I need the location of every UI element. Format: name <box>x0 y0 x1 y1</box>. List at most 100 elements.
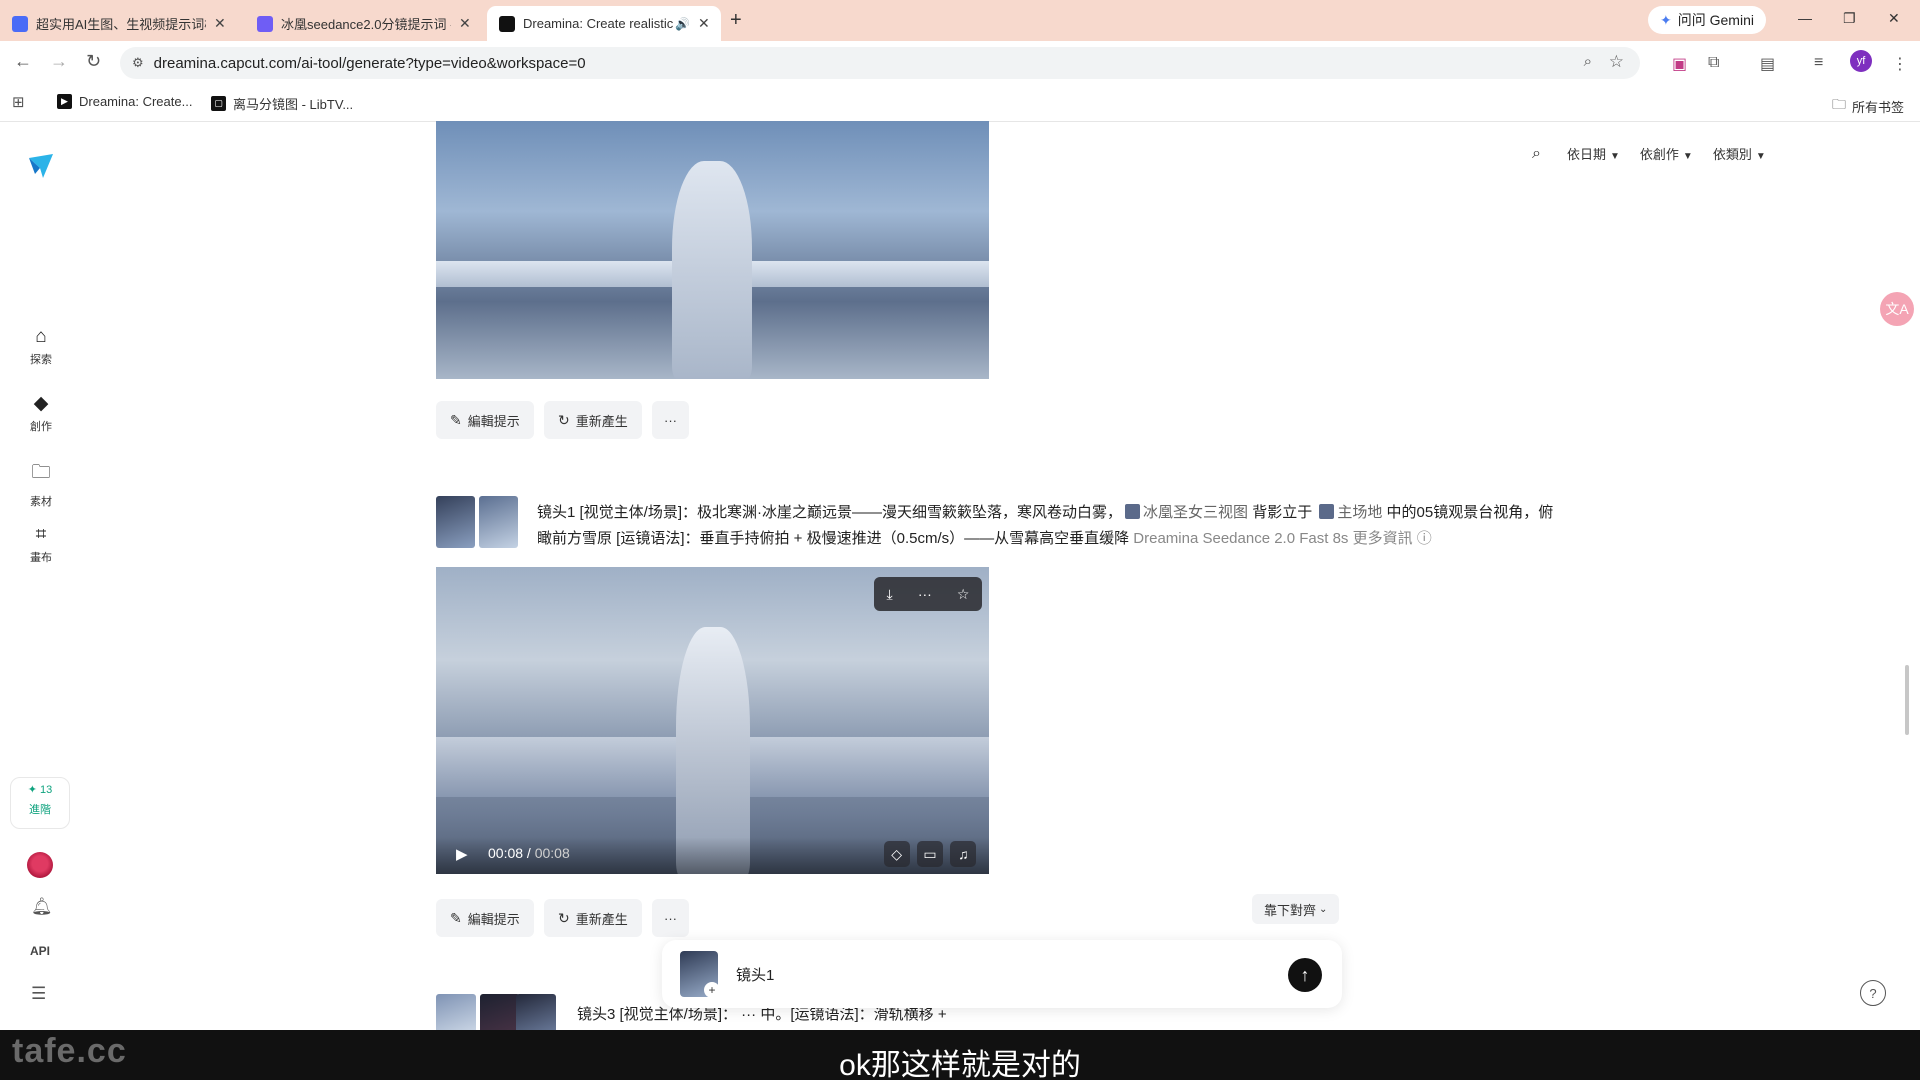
video-progress-bar[interactable] <box>436 874 989 877</box>
more-icon[interactable]: ··· <box>918 586 932 602</box>
address-bar: ← → ↻ ⚙ dreamina.capcut.com/ai-tool/gene… <box>0 41 1920 85</box>
zoom-icon[interactable]: ⌕ <box>1584 53 1592 70</box>
model-name: Dreamina Seedance 2.0 Fast <box>1133 530 1329 547</box>
regenerate-button[interactable]: ↻ 重新產生 <box>544 899 642 937</box>
more-info-link[interactable]: 更多資訊 ⓘ <box>1353 530 1432 547</box>
video-extra-tools: ◇ ▭ ♫ <box>880 840 980 868</box>
bookmark-star-icon[interactable]: ☆ <box>1609 52 1624 72</box>
composer-input[interactable]: 镜头1 <box>736 964 774 985</box>
figure-silhouette <box>672 161 752 379</box>
ref-image-icon <box>1125 504 1141 519</box>
close-icon[interactable]: ✕ <box>459 15 471 32</box>
bookmark-libtv[interactable]: ▢ 离马分镜图 - LibTV... <box>211 94 353 113</box>
sidebar-item-canvas[interactable]: ⌗ 畫布 <box>0 524 82 565</box>
minimize-icon[interactable]: — <box>1798 10 1812 26</box>
music-icon[interactable]: ♫ <box>950 841 977 867</box>
extension-icon[interactable]: ▣ <box>1672 54 1687 74</box>
edit-icon: ✎ <box>450 411 462 428</box>
refresh-icon: ↻ <box>558 411 570 428</box>
api-link[interactable]: API <box>30 944 50 958</box>
menu-icon[interactable]: ☰ <box>31 984 46 1004</box>
subtitle-text: ok那这样就是对的 <box>839 1049 1081 1082</box>
help-icon[interactable]: ? <box>1860 980 1886 1006</box>
browser-tab-1[interactable]: 超实用AI生图、生视频提示词模... ✕ <box>0 6 245 41</box>
bell-icon[interactable]: 🔔︎ <box>31 897 53 917</box>
sidepanel-icon[interactable]: ▤ <box>1760 54 1775 74</box>
edit-prompt-button[interactable]: ✎ 編輯提示 <box>436 401 534 439</box>
profile-avatar[interactable]: yf <box>1850 50 1872 72</box>
folder-icon: 🗀 <box>31 462 51 483</box>
site-icon <box>257 15 273 32</box>
info-icon: ⓘ <box>1416 530 1432 547</box>
chevron-down-icon: ⌄ <box>1319 903 1328 915</box>
send-button[interactable]: ↑ <box>1288 958 1322 992</box>
bookmark-dreamina[interactable]: ▶ Dreamina: Create... <box>57 94 192 109</box>
dreamina-logo-icon[interactable] <box>27 152 55 180</box>
edit-icon: ✎ <box>450 909 462 926</box>
user-avatar[interactable] <box>27 852 53 878</box>
chevron-down-icon: ▼ <box>1755 151 1766 162</box>
gemini-button[interactable]: ✦ 问问 Gemini <box>1648 6 1766 34</box>
media-icon[interactable]: ≡ <box>1814 54 1823 72</box>
arrow-up-icon: ↑ <box>1300 964 1310 985</box>
restore-icon[interactable]: ❐ <box>1843 10 1856 27</box>
search-icon[interactable]: ⌕ <box>1532 145 1541 163</box>
doc-icon <box>12 15 28 32</box>
prompt-text[interactable]: 镜头1 [视觉主体/场景]：极北寒渊·冰崖之巅远景——漫天细雪簌簌坠落，寒风卷动… <box>537 500 1557 552</box>
video-time: 00:08 / 00:08 <box>488 845 570 861</box>
more-button[interactable]: ··· <box>652 401 689 439</box>
puzzle-icon[interactable]: ⧉ <box>1708 54 1719 72</box>
site-settings-icon[interactable]: ⚙ <box>132 55 144 71</box>
video-toolbar: ⤓ ··· ☆ <box>874 577 982 611</box>
forward-icon[interactable]: → <box>50 51 68 72</box>
translate-extension-icon[interactable]: 文A <box>1880 292 1914 326</box>
more-button[interactable]: ··· <box>652 899 689 937</box>
back-icon[interactable]: ← <box>14 51 32 72</box>
dreamina-icon <box>499 15 515 32</box>
reference-thumb-1[interactable] <box>436 496 475 548</box>
favorite-star-icon[interactable]: ☆ <box>957 586 970 603</box>
crop-icon: ⌗ <box>35 524 47 545</box>
filter-by-creation[interactable]: 依創作 ▼ <box>1640 144 1693 163</box>
hd-icon[interactable]: ▭ <box>916 841 943 867</box>
filter-by-date[interactable]: 依日期 ▼ <box>1567 144 1620 163</box>
generated-image-1[interactable] <box>436 121 989 379</box>
folder-icon: 🗀 <box>1832 96 1846 112</box>
home-icon: ⌂ <box>35 326 47 347</box>
reload-icon[interactable]: ↻ <box>86 51 101 72</box>
close-icon[interactable]: ✕ <box>698 15 710 32</box>
reference-thumb-2[interactable] <box>479 496 518 548</box>
window-close-icon[interactable]: ✕ <box>1888 10 1900 27</box>
speaker-icon[interactable]: 🔊 <box>675 17 690 31</box>
sidebar-item-create[interactable]: ◆ 創作 <box>0 392 82 434</box>
dreamina-icon: ▶ <box>57 94 72 109</box>
prompt-composer[interactable]: + 镜头1 ↑ <box>662 940 1342 1008</box>
libtv-icon: ▢ <box>211 96 226 111</box>
sidebar-item-explore[interactable]: ⌂ 探索 <box>0 326 82 367</box>
edit-prompt-button[interactable]: ✎ 編輯提示 <box>436 899 534 937</box>
browser-tab-bar: 超实用AI生图、生视频提示词模... ✕ 冰凰seedance2.0分镜提示词 … <box>0 0 1920 41</box>
close-icon[interactable]: ✕ <box>214 15 226 32</box>
lip-sync-icon[interactable]: ◇ <box>883 841 910 867</box>
new-tab-button[interactable]: + <box>730 9 742 32</box>
url-field[interactable]: ⚙ dreamina.capcut.com/ai-tool/generate?t… <box>120 47 1640 79</box>
chevron-down-icon: ▼ <box>1609 151 1620 162</box>
all-bookmarks[interactable]: 🗀 所有书签 <box>1832 94 1904 118</box>
kebab-menu-icon[interactable]: ⋮ <box>1892 54 1908 74</box>
scrollbar[interactable] <box>1905 665 1909 735</box>
chevron-down-icon: ▼ <box>1682 151 1693 162</box>
play-icon[interactable]: ▶ <box>456 845 468 863</box>
video-player[interactable]: ▶ 00:08 / 00:08 <box>436 567 989 877</box>
sidebar-item-assets[interactable]: 🗀 素材 <box>0 458 82 509</box>
browser-tab-3-active[interactable]: Dreamina: Create realistic... 🔊 ✕ <box>487 6 721 41</box>
add-icon[interactable]: + <box>704 982 720 998</box>
align-bottom-button[interactable]: 靠下對齊 ⌄ <box>1252 894 1340 924</box>
browser-tab-2[interactable]: 冰凰seedance2.0分镜提示词 -... ✕ <box>245 6 485 41</box>
filter-bar: ⌕ 依日期 ▼ 依創作 ▼ 依類別 ▼ <box>1532 144 1766 163</box>
apps-grid-icon[interactable]: ⊞ <box>12 93 25 111</box>
refresh-icon: ↻ <box>558 909 570 926</box>
download-icon[interactable]: ⤓ <box>887 586 893 603</box>
regenerate-button[interactable]: ↻ 重新產生 <box>544 401 642 439</box>
credits-badge[interactable]: ✦ 13 進階 <box>10 777 70 829</box>
filter-by-category[interactable]: 依類別 ▼ <box>1713 144 1766 163</box>
